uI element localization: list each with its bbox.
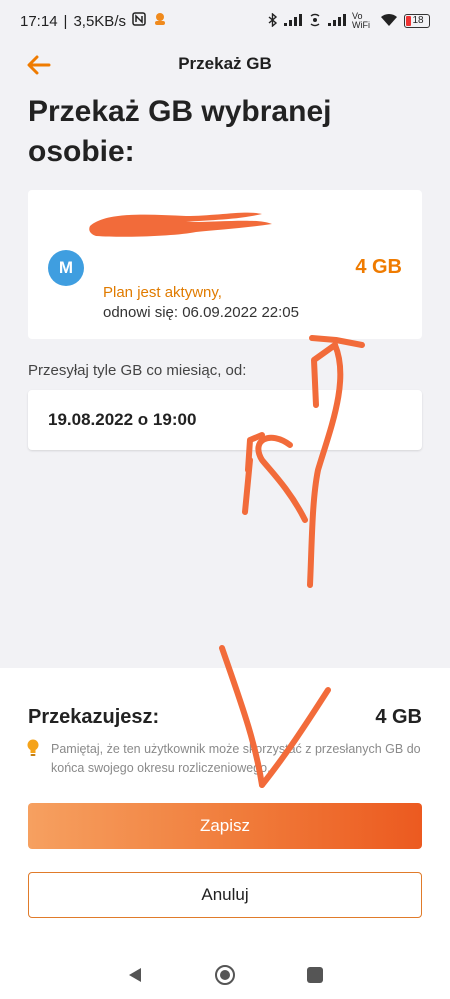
renewal-date: odnowi się: 06.09.2022 22:05 [103, 304, 299, 321]
bluetooth-icon [268, 11, 278, 30]
summary-sheet: Przekazujesz: 4 GB Pamiętaj, że ten użyt… [0, 668, 450, 950]
status-bar: 17:14 | 3,5KB/s Vo WiFi 18 [0, 0, 450, 42]
start-date-value: 19.08.2022 o 19:00 [48, 410, 197, 429]
nfc-icon [132, 12, 146, 30]
status-time: 17:14 [20, 12, 58, 30]
cancel-button[interactable]: Anuluj [28, 872, 422, 918]
hotspot-icon [308, 13, 322, 30]
recipient-gb: 4 GB [355, 256, 402, 278]
vowifi-label: Vo WiFi [352, 11, 370, 30]
page-title: Przekaż GB wybranej osobie: [28, 95, 332, 168]
header-title: Przekaż GB [178, 54, 272, 73]
nav-recents-button[interactable] [304, 964, 326, 986]
arrow-left-icon [27, 55, 51, 75]
signal-icon-2 [328, 13, 346, 29]
nav-home-button[interactable] [214, 964, 236, 986]
info-note: Pamiętaj, że ten użytkownik może skorzys… [51, 742, 421, 775]
square-recents-icon [307, 966, 323, 983]
circle-home-icon [215, 964, 235, 985]
save-button[interactable]: Zapisz [28, 803, 422, 849]
signal-icon [284, 13, 302, 29]
transfer-label: Przekazujesz: [28, 706, 160, 728]
battery-level: 18 [412, 15, 424, 26]
system-nav-bar [0, 950, 450, 999]
redacted-name-scribble [89, 212, 272, 237]
monthly-transfer-label: Przesyłaj tyle GB co miesiąc, od: [28, 362, 247, 379]
transfer-value: 4 GB [375, 706, 422, 728]
triangle-back-icon [129, 967, 141, 982]
battery-icon: 18 [404, 14, 430, 28]
back-button[interactable] [24, 50, 54, 80]
plan-status: Plan jest aktywny, [103, 284, 222, 301]
nav-back-button[interactable] [124, 964, 146, 986]
start-date-field[interactable]: 19.08.2022 o 19:00 [28, 390, 422, 450]
app-header: Przekaż GB [0, 42, 450, 86]
wifi-icon [380, 13, 398, 30]
recipient-card: M 4 GB Plan jest aktywny, odnowi się: 06… [28, 190, 422, 339]
network-speed: 3,5KB/s [73, 12, 126, 30]
app-notification-icon [152, 11, 168, 31]
lightbulb-icon [27, 739, 39, 756]
avatar: M [48, 250, 84, 286]
